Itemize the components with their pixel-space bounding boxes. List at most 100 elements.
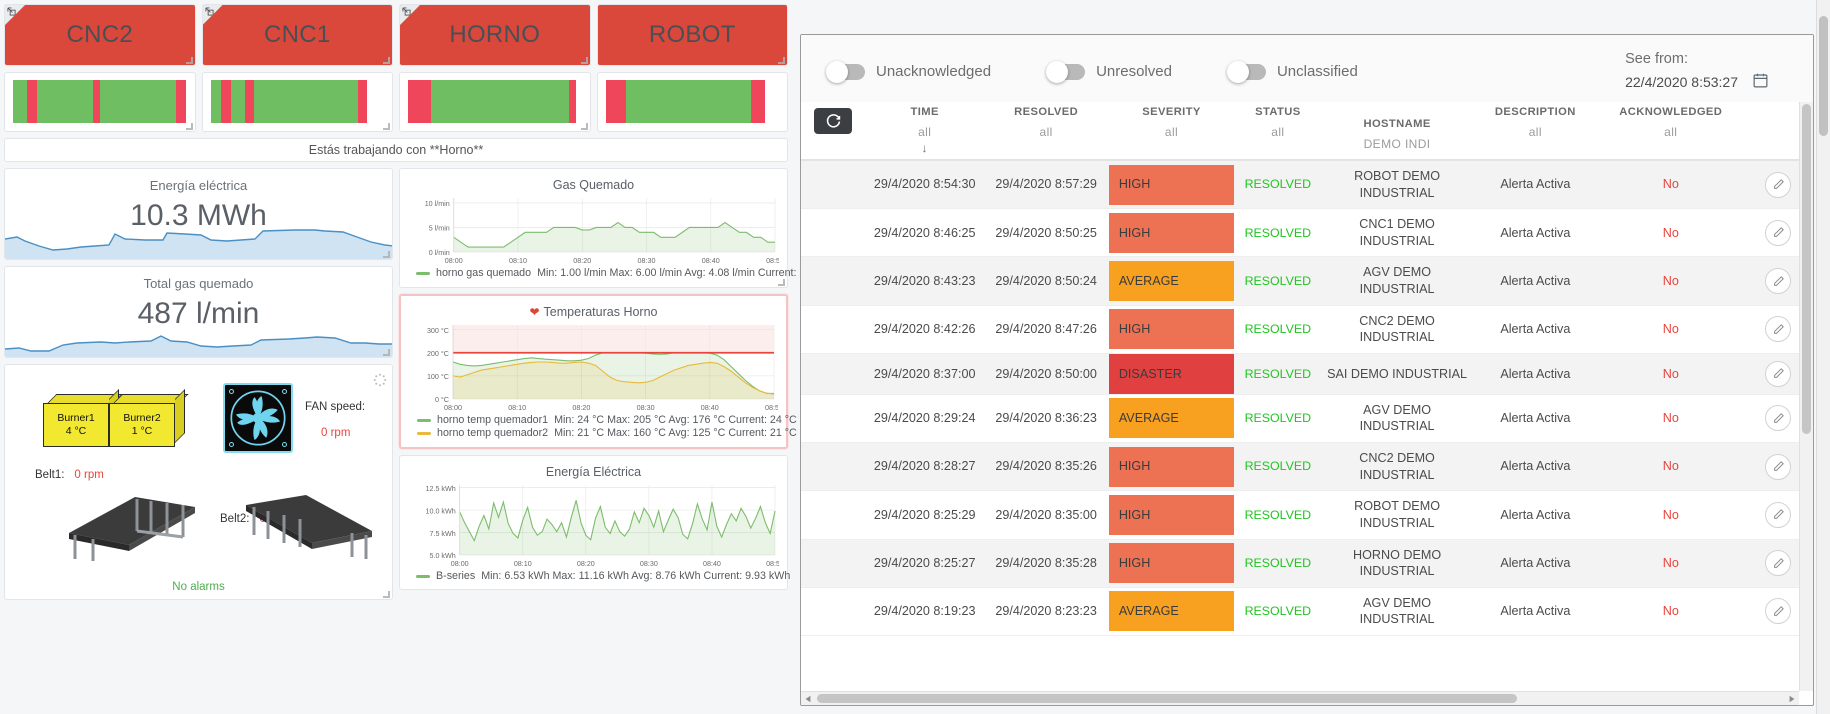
row-spacer <box>801 442 866 492</box>
table-row[interactable]: 29/4/2020 8:54:30 29/4/2020 8:57:29 HIGH RE… <box>801 160 1813 210</box>
toggle-unresolved[interactable]: Unresolved <box>1046 60 1172 83</box>
machine-tile-cnc2[interactable]: CNC2 <box>4 4 196 66</box>
legend-swatch <box>416 574 430 578</box>
table-row[interactable]: 29/4/2020 8:37:00 29/4/2020 8:50:00 DISAST… <box>801 353 1813 395</box>
scroll-right-arrow-icon[interactable] <box>1785 692 1799 705</box>
column-filter[interactable]: all <box>1600 125 1742 139</box>
svg-text:08:30: 08:30 <box>638 257 656 265</box>
column-filter[interactable]: all <box>1236 125 1319 139</box>
alerts-table-wrapper[interactable]: TIME all ↓ RESOLVED all SEVERITY all STA… <box>801 102 1813 705</box>
column-filter[interactable]: all <box>868 125 982 139</box>
toggle-unclassified[interactable]: Unclassified <box>1226 60 1358 83</box>
edit-icon[interactable] <box>1765 268 1792 295</box>
refresh-button[interactable] <box>814 108 853 134</box>
resize-handle[interactable] <box>778 279 785 286</box>
see-from-field[interactable]: See from: 22/4/2020 8:53:27 <box>1625 51 1795 92</box>
page-vertical-scrollbar[interactable] <box>1816 0 1830 714</box>
severity-badge: AVERAGE <box>1108 261 1235 302</box>
svg-text:08:20: 08:20 <box>573 257 591 265</box>
edit-icon[interactable] <box>1765 316 1792 343</box>
column-header-status[interactable]: STATUS all <box>1234 102 1322 160</box>
edit-icon[interactable] <box>1765 598 1792 625</box>
acknowledged-value: No <box>1662 604 1679 619</box>
external-link-icon[interactable] <box>5 5 25 25</box>
column-label: RESOLVED <box>1014 106 1079 118</box>
table-row[interactable]: 29/4/2020 8:28:27 29/4/2020 8:35:26 HIGH RE… <box>801 442 1813 492</box>
column-header-severity[interactable]: SEVERITY all <box>1108 102 1235 160</box>
table-row[interactable]: 29/4/2020 8:43:23 29/4/2020 8:50:24 AVERAG… <box>801 256 1813 306</box>
cell-resolved: 29/4/2020 8:50:00 <box>983 353 1109 395</box>
external-link-icon[interactable] <box>202 5 223 25</box>
edit-icon[interactable] <box>1765 550 1792 577</box>
alerts-horizontal-scrollbar[interactable] <box>801 691 1799 705</box>
resize-handle[interactable] <box>383 57 390 64</box>
svg-text:100 °C: 100 °C <box>427 372 449 381</box>
acknowledged-value: No <box>1662 321 1679 336</box>
kpi-title: Total gas quemado <box>143 276 254 291</box>
table-row[interactable]: 29/4/2020 8:29:24 29/4/2020 8:36:23 AVERAG… <box>801 394 1813 444</box>
column-header-acknowledged[interactable]: ACKNOWLEDGED all <box>1598 102 1744 160</box>
toggle-unacknowledged[interactable]: Unacknowledged <box>826 60 991 83</box>
status-badge: RESOLVED <box>1244 366 1312 381</box>
column-header-description[interactable]: DESCRIPTION all <box>1472 102 1599 160</box>
table-row[interactable]: 29/4/2020 8:46:25 29/4/2020 8:50:25 HIGH RE… <box>801 208 1813 258</box>
resize-handle[interactable] <box>580 123 588 130</box>
resize-handle[interactable] <box>778 57 785 64</box>
edit-icon[interactable] <box>1765 501 1792 528</box>
column-filter[interactable]: all <box>1475 125 1596 139</box>
see-from-value-row[interactable]: 22/4/2020 8:53:27 <box>1625 72 1769 92</box>
scroll-left-arrow-icon[interactable] <box>801 692 815 705</box>
resize-handle[interactable] <box>185 123 193 130</box>
toggle-switch[interactable] <box>826 60 865 83</box>
cell-severity: AVERAGE <box>1108 394 1235 444</box>
table-row[interactable]: 29/4/2020 8:19:23 29/4/2020 8:23:23 AVERAG… <box>801 587 1813 636</box>
external-link-icon[interactable] <box>400 5 420 25</box>
cell-description: Alerta Activa <box>1472 587 1599 636</box>
loading-spinner-icon <box>373 373 387 387</box>
resize-handle[interactable] <box>383 251 390 258</box>
table-row[interactable]: 29/4/2020 8:42:26 29/4/2020 8:47:26 HIGH RE… <box>801 305 1813 354</box>
column-header-time[interactable]: TIME all ↓ <box>865 102 984 160</box>
alerts-vertical-scrollbar[interactable] <box>1799 102 1813 691</box>
cell-resolved: 29/4/2020 8:36:23 <box>983 394 1109 444</box>
status-badge: RESOLVED <box>1244 321 1312 336</box>
toggle-switch[interactable] <box>1046 60 1086 83</box>
column-filter[interactable]: all <box>1111 125 1232 139</box>
column-filter[interactable]: DEMO INDI <box>1324 137 1471 151</box>
scroll-thumb[interactable] <box>1819 16 1828 136</box>
scroll-thumb[interactable] <box>817 694 1517 703</box>
resize-handle[interactable] <box>383 349 390 356</box>
machine-tile-horno[interactable]: HORNO <box>399 4 591 66</box>
edit-icon[interactable] <box>1765 453 1792 480</box>
acknowledged-value: No <box>1662 225 1679 240</box>
toggle-label: Unclassified <box>1276 63 1358 80</box>
calendar-icon[interactable] <box>1752 72 1769 92</box>
column-header-hostname[interactable]: HOSTNAME DEMO INDI <box>1321 102 1473 160</box>
status-strip-cnc2[interactable] <box>4 72 196 132</box>
cell-hostname: HORNO DEMO INDUSTRIAL <box>1321 539 1473 588</box>
table-row[interactable]: 29/4/2020 8:25:29 29/4/2020 8:35:00 HIGH RE… <box>801 490 1813 540</box>
machine-tile-robot[interactable]: ROBOT <box>596 4 788 66</box>
resize-handle[interactable] <box>383 123 390 130</box>
resize-handle[interactable] <box>580 57 588 64</box>
resize-handle[interactable] <box>383 591 390 598</box>
svg-text:200 °C: 200 °C <box>427 349 449 358</box>
sort-arrow-icon[interactable]: ↓ <box>868 141 982 155</box>
scroll-thumb[interactable] <box>1802 104 1811 434</box>
edit-icon[interactable] <box>1765 171 1792 198</box>
edit-icon[interactable] <box>1765 219 1792 246</box>
table-row[interactable]: 29/4/2020 8:25:27 29/4/2020 8:35:28 HIGH RE… <box>801 539 1813 588</box>
svg-text:08:30: 08:30 <box>637 403 655 412</box>
status-strip-cnc1[interactable] <box>201 72 393 132</box>
resize-handle[interactable] <box>185 57 193 64</box>
column-header-resolved[interactable]: RESOLVED all <box>983 102 1109 160</box>
edit-icon[interactable] <box>1765 360 1792 387</box>
column-label: TIME <box>910 106 939 118</box>
edit-icon[interactable] <box>1765 405 1792 432</box>
status-strip-horno[interactable] <box>399 72 591 132</box>
toggle-switch[interactable] <box>1226 60 1266 83</box>
status-strip-robot[interactable] <box>596 72 788 132</box>
row-spacer <box>801 208 866 258</box>
column-filter[interactable]: all <box>985 125 1106 139</box>
machine-tile-cnc1[interactable]: CNC1 <box>201 4 393 66</box>
